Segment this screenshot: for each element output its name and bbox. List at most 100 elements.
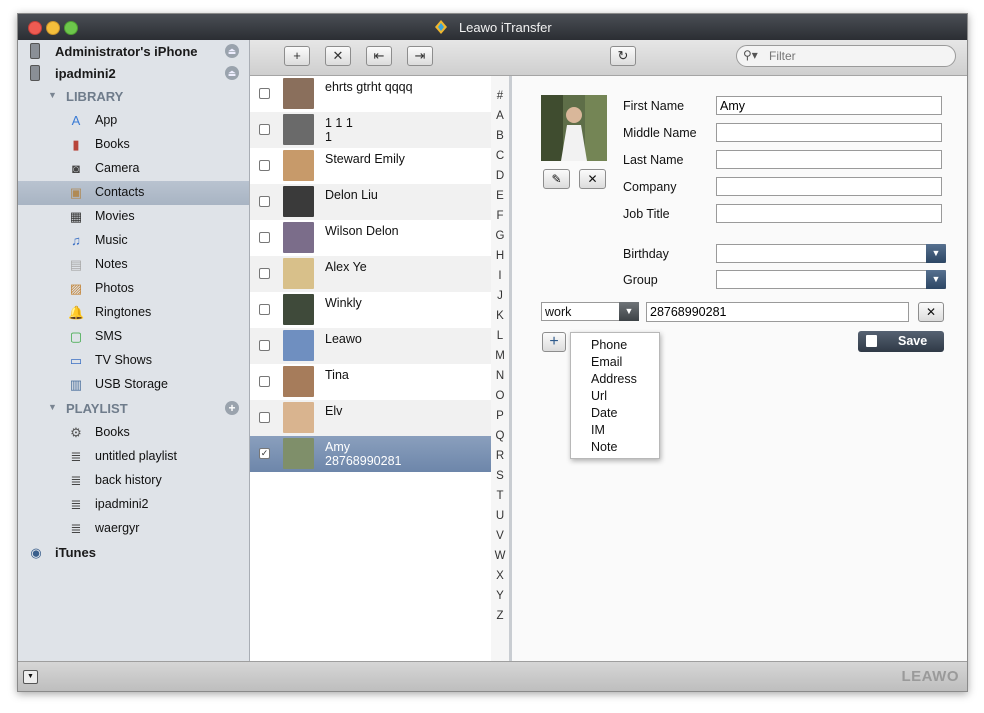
- first-name-field[interactable]: [716, 96, 942, 115]
- playlist-item[interactable]: ≣ untitled playlist: [18, 445, 249, 469]
- contact-row[interactable]: Elv: [250, 400, 491, 436]
- alphabet-letter[interactable]: W: [491, 550, 509, 562]
- alphabet-letter[interactable]: M: [491, 350, 509, 362]
- sidebar-item-camera[interactable]: ◙ Camera: [18, 157, 249, 181]
- remove-photo-button[interactable]: ✕: [579, 169, 606, 189]
- playlist-item[interactable]: ⚙ Books: [18, 421, 249, 445]
- alphabet-letter[interactable]: U: [491, 510, 509, 522]
- alphabet-letter[interactable]: B: [491, 130, 509, 142]
- remove-phone-button[interactable]: ✕: [918, 302, 944, 322]
- contact-checkbox[interactable]: ✓: [259, 448, 270, 459]
- contact-row[interactable]: ehrts gtrht qqqq: [250, 76, 491, 112]
- toggle-panel-button[interactable]: ▼: [23, 670, 38, 684]
- add-playlist-icon[interactable]: +: [225, 401, 239, 415]
- company-field[interactable]: [716, 177, 942, 196]
- sidebar-device-0[interactable]: Administrator's iPhone ⏏: [18, 40, 249, 64]
- alphabet-letter[interactable]: H: [491, 250, 509, 262]
- import-button[interactable]: ⇤: [366, 46, 392, 66]
- contact-checkbox[interactable]: [259, 268, 270, 279]
- group-select[interactable]: ▼: [716, 270, 946, 289]
- contact-checkbox[interactable]: [259, 88, 270, 99]
- alphabet-letter[interactable]: O: [491, 390, 509, 402]
- sidebar-item-movies[interactable]: ▦ Movies: [18, 205, 249, 229]
- menu-item-address[interactable]: Address: [591, 372, 637, 386]
- alphabet-letter[interactable]: L: [491, 330, 509, 342]
- menu-item-url[interactable]: Url: [591, 389, 607, 403]
- playlist-item[interactable]: ≣ waergyr: [18, 517, 249, 541]
- alphabet-letter[interactable]: P: [491, 410, 509, 422]
- disclosure-triangle-icon[interactable]: ▼: [48, 90, 57, 100]
- sidebar-device-1[interactable]: ipadmini2 ⏏: [18, 62, 249, 86]
- contact-row[interactable]: ✓ Amy 28768990281: [250, 436, 491, 472]
- sidebar-section-playlist[interactable]: ▼ PLAYLIST +: [18, 397, 249, 421]
- sidebar-item-photos[interactable]: ▨ Photos: [18, 277, 249, 301]
- alphabet-letter[interactable]: V: [491, 530, 509, 542]
- contact-checkbox[interactable]: [259, 340, 270, 351]
- sidebar-item-notes[interactable]: ▤ Notes: [18, 253, 249, 277]
- add-field-button[interactable]: +: [542, 332, 566, 352]
- contact-row[interactable]: Winkly: [250, 292, 491, 328]
- contact-row[interactable]: 1 1 11: [250, 112, 491, 148]
- menu-item-im[interactable]: IM: [591, 423, 605, 437]
- edit-photo-button[interactable]: ✎: [543, 169, 570, 189]
- alphabet-letter[interactable]: #: [491, 90, 509, 102]
- alphabet-letter[interactable]: Z: [491, 610, 509, 622]
- contact-checkbox[interactable]: [259, 160, 270, 171]
- middle-name-field[interactable]: [716, 123, 942, 142]
- alphabet-letter[interactable]: Q: [491, 430, 509, 442]
- alphabet-letter[interactable]: G: [491, 230, 509, 242]
- contact-row[interactable]: Tina: [250, 364, 491, 400]
- job-title-field[interactable]: [716, 204, 942, 223]
- alphabet-letter[interactable]: N: [491, 370, 509, 382]
- sidebar-item-music[interactable]: ♫ Music: [18, 229, 249, 253]
- sidebar-item-contacts[interactable]: ▣ Contacts: [18, 181, 249, 205]
- search-input[interactable]: [767, 48, 951, 64]
- contact-checkbox[interactable]: [259, 232, 270, 243]
- alphabet-letter[interactable]: X: [491, 570, 509, 582]
- phone-type-select[interactable]: work ▼: [541, 302, 639, 321]
- add-contact-button[interactable]: +: [284, 46, 310, 66]
- save-button[interactable]: Save: [858, 331, 944, 352]
- alphabet-letter[interactable]: D: [491, 170, 509, 182]
- menu-item-date[interactable]: Date: [591, 406, 617, 420]
- contact-checkbox[interactable]: [259, 412, 270, 423]
- contact-checkbox[interactable]: [259, 124, 270, 135]
- sidebar-item-ringtones[interactable]: 🔔 Ringtones: [18, 301, 249, 325]
- alphabet-letter[interactable]: I: [491, 270, 509, 282]
- playlist-item[interactable]: ≣ back history: [18, 469, 249, 493]
- contact-checkbox[interactable]: [259, 304, 270, 315]
- contact-row[interactable]: Alex Ye: [250, 256, 491, 292]
- sidebar-item-sms[interactable]: ▢ SMS: [18, 325, 249, 349]
- delete-contact-button[interactable]: ✕: [325, 46, 351, 66]
- contact-row[interactable]: Leawo: [250, 328, 491, 364]
- contact-checkbox[interactable]: [259, 196, 270, 207]
- disclosure-triangle-icon[interactable]: ▼: [48, 402, 57, 412]
- contact-checkbox[interactable]: [259, 376, 270, 387]
- contact-photo[interactable]: [541, 95, 607, 161]
- sidebar-item-books[interactable]: ▮ Books: [18, 133, 249, 157]
- alphabet-letter[interactable]: T: [491, 490, 509, 502]
- sidebar-item-app[interactable]: A App: [18, 109, 249, 133]
- sidebar-itunes[interactable]: ◉ iTunes: [18, 541, 249, 565]
- alphabet-letter[interactable]: F: [491, 210, 509, 222]
- sidebar-section-library[interactable]: ▼ LIBRARY: [18, 85, 249, 109]
- alphabet-letter[interactable]: A: [491, 110, 509, 122]
- export-button[interactable]: ⇥: [407, 46, 433, 66]
- alphabet-letter[interactable]: J: [491, 290, 509, 302]
- contact-row[interactable]: Delon Liu: [250, 184, 491, 220]
- refresh-button[interactable]: ↻: [610, 46, 636, 66]
- alphabet-letter[interactable]: S: [491, 470, 509, 482]
- playlist-item[interactable]: ≣ ipadmini2: [18, 493, 249, 517]
- sidebar-item-tv-shows[interactable]: ▭ TV Shows: [18, 349, 249, 373]
- alphabet-letter[interactable]: Y: [491, 590, 509, 602]
- menu-item-note[interactable]: Note: [591, 440, 617, 454]
- search-box[interactable]: ⚲▾: [736, 45, 956, 67]
- contact-row[interactable]: Wilson Delon: [250, 220, 491, 256]
- last-name-field[interactable]: [716, 150, 942, 169]
- contact-row[interactable]: Steward Emily: [250, 148, 491, 184]
- alphabet-letter[interactable]: K: [491, 310, 509, 322]
- eject-icon[interactable]: ⏏: [225, 66, 239, 80]
- sidebar-item-usb-storage[interactable]: ▥ USB Storage: [18, 373, 249, 397]
- alphabet-letter[interactable]: C: [491, 150, 509, 162]
- alphabet-letter[interactable]: R: [491, 450, 509, 462]
